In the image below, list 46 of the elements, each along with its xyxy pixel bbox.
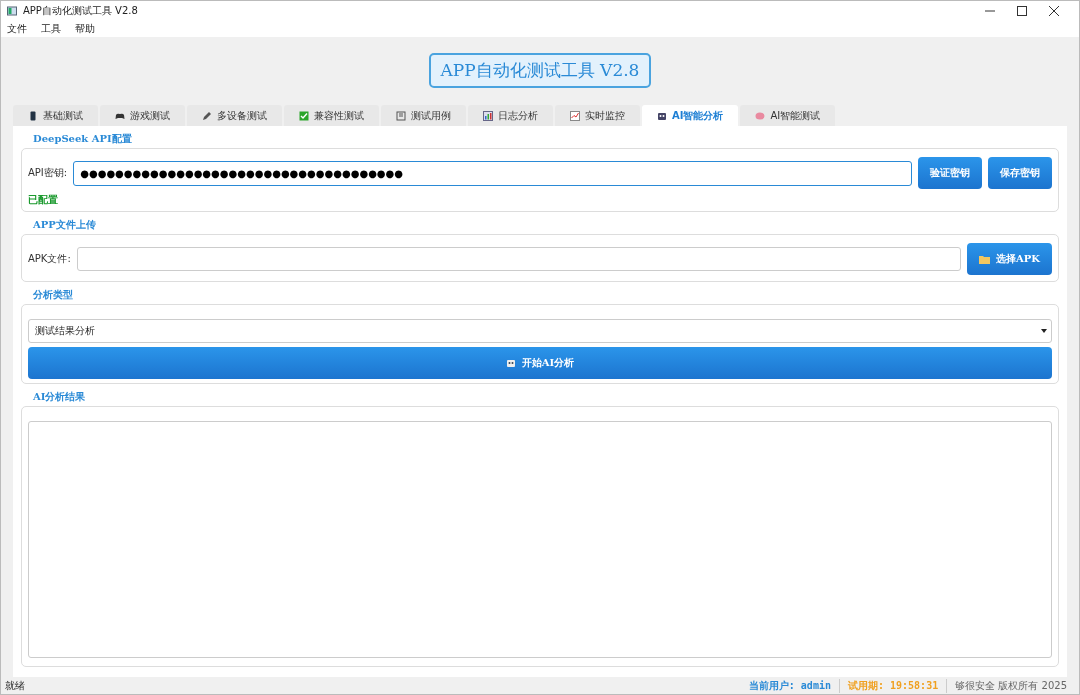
- trial-time: 试用期: 19:58:31: [839, 678, 948, 693]
- close-icon[interactable]: [1049, 6, 1059, 16]
- line-chart-icon: [570, 110, 580, 121]
- dropdown-arrow-icon: [1041, 329, 1047, 333]
- document-icon: [396, 110, 406, 121]
- apk-file-field[interactable]: [76, 247, 961, 271]
- brain-icon: [755, 110, 766, 121]
- start-analysis-button[interactable]: 开始AI分析: [28, 347, 1052, 379]
- analysis-type-dropdown[interactable]: 测试结果分析: [28, 319, 1052, 343]
- app-header-title: APP自动化测试工具 V2.8: [428, 53, 652, 88]
- current-user: 当前用户: admin: [740, 678, 840, 693]
- status-text: 已配置: [28, 193, 59, 207]
- bar-chart-icon: [483, 110, 493, 121]
- folder-icon: [979, 254, 990, 264]
- tab[interactable]: 多设备测试: [187, 105, 282, 126]
- status-message: 就绪: [5, 678, 26, 693]
- key-button[interactable]: 验证密钥: [918, 157, 982, 189]
- menu-item[interactable]: 帮助: [75, 22, 95, 36]
- group-title: 分析类型: [32, 288, 74, 302]
- api-key-field[interactable]: ●●●●●●●●●●●●●●●●●●●●●●●●●●●●●●●●●●●●●: [73, 160, 912, 186]
- group-title: APP文件上传: [32, 218, 97, 232]
- app-icon: [7, 6, 17, 16]
- field-label: API密钥:: [28, 166, 68, 180]
- maximize-icon[interactable]: [1017, 6, 1027, 16]
- checkbox-icon: [299, 110, 309, 121]
- group-title: DeepSeek API配置: [32, 132, 133, 146]
- tab[interactable]: AI智能分析: [642, 105, 739, 126]
- menu-item[interactable]: 工具: [41, 22, 61, 36]
- tab[interactable]: 实时监控: [555, 105, 640, 126]
- tab[interactable]: 日志分析: [468, 105, 553, 126]
- field-label: APK文件:: [28, 252, 71, 266]
- menu-item[interactable]: 文件: [7, 22, 27, 36]
- robot-icon: [657, 110, 667, 121]
- tab[interactable]: 测试用例: [381, 105, 466, 126]
- copyright-text: 够很安全 版权所有 2025: [954, 678, 1068, 693]
- tab[interactable]: 游戏测试: [100, 105, 185, 126]
- tab[interactable]: 基础测试: [13, 105, 98, 126]
- choose-apk-button[interactable]: 选择APK: [967, 243, 1052, 275]
- group-title: AI分析结果: [32, 390, 87, 404]
- robot-icon: [505, 358, 516, 368]
- phone-icon: [28, 110, 38, 121]
- pencil-icon: [202, 110, 212, 121]
- key-button[interactable]: 保存密钥: [988, 157, 1052, 189]
- tab[interactable]: 兼容性测试: [284, 105, 379, 126]
- tab[interactable]: AI智能测试: [740, 105, 836, 126]
- window-title: APP自动化测试工具 V2.8: [23, 4, 139, 18]
